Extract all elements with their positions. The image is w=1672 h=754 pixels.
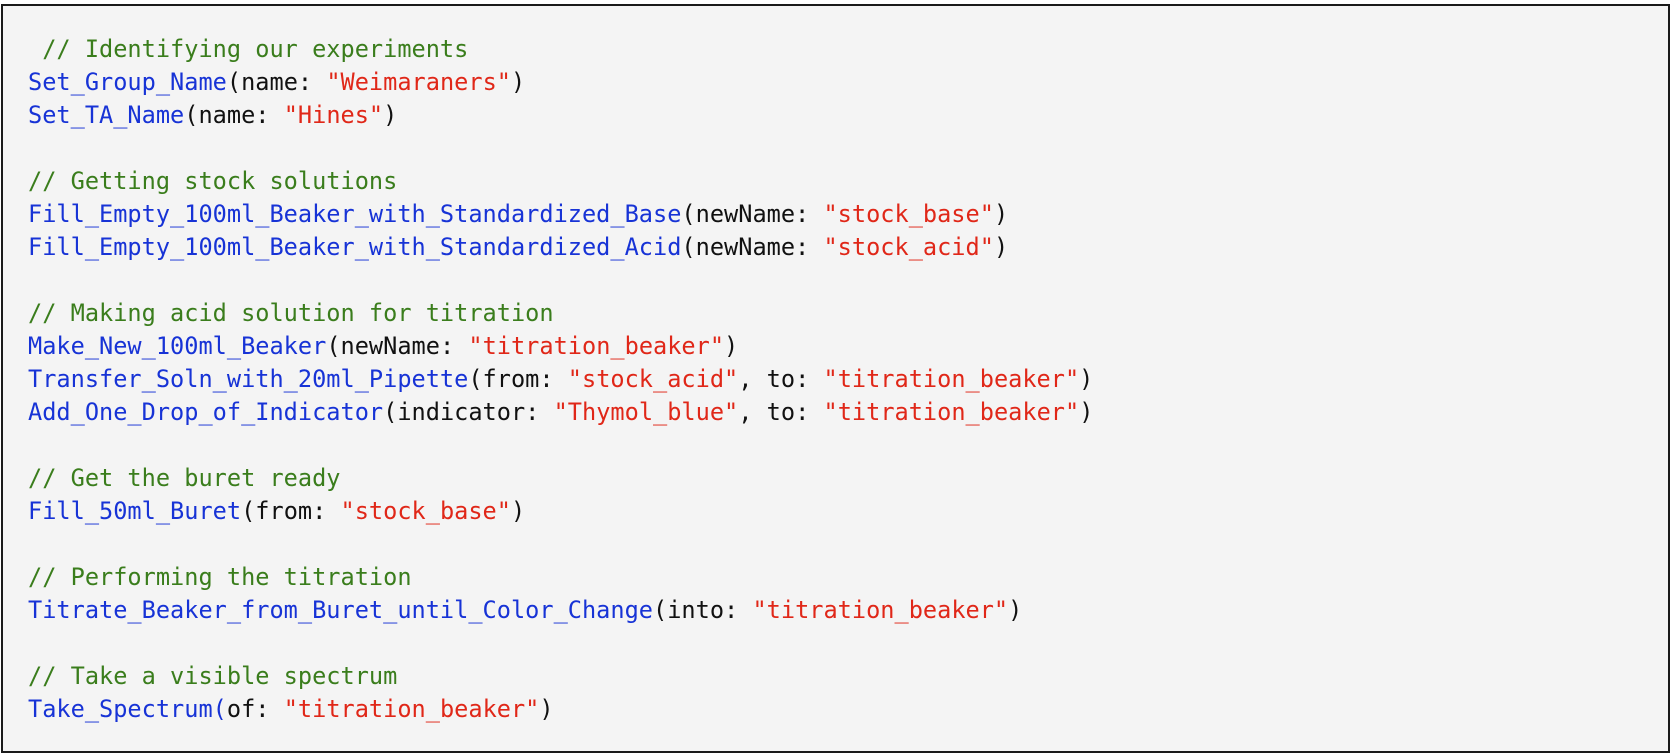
function-name: Set_Group_Name bbox=[28, 68, 227, 96]
code-comment: // Performing the titration bbox=[28, 563, 412, 591]
code-line: Take_Spectrum(of: "titration_beaker") bbox=[28, 693, 1668, 726]
function-name: Take_Spectrum( bbox=[28, 695, 227, 723]
function-name: Titrate_Beaker_from_Buret_until_Color_Ch… bbox=[28, 596, 654, 624]
code-comment: // Getting stock solutions bbox=[28, 167, 398, 195]
string-literal: "titration_beaker" bbox=[283, 695, 540, 723]
code-line: // Identifying our experiments bbox=[28, 33, 1668, 66]
code-line: Add_One_Drop_of_Indicator(indicator: "Th… bbox=[28, 396, 1668, 429]
string-literal: "titration_beaker" bbox=[823, 365, 1080, 393]
code-line: // Get the buret ready bbox=[28, 462, 1668, 495]
code-line: // Making acid solution for titration bbox=[28, 297, 1668, 330]
code-line: // Getting stock solutions bbox=[28, 165, 1668, 198]
code-comment: // Identifying our experiments bbox=[28, 35, 469, 63]
string-literal: "stock_acid" bbox=[823, 233, 994, 261]
string-literal: "stock_acid" bbox=[567, 365, 739, 393]
function-name: Set_TA_Name bbox=[28, 101, 185, 129]
code-lines: // Identifying our experiments Set_Group_… bbox=[28, 33, 1668, 726]
code-punctuation: (indicator: bbox=[383, 398, 554, 426]
code-comment: // Take a visible spectrum bbox=[28, 662, 398, 690]
string-literal: "titration_beaker" bbox=[752, 596, 1009, 624]
function-name: Fill_50ml_Buret bbox=[28, 497, 242, 525]
code-line: // Performing the titration bbox=[28, 561, 1668, 594]
code-punctuation: ) bbox=[1079, 365, 1094, 393]
code-punctuation: (newName: bbox=[681, 233, 824, 261]
function-name: Transfer_Soln_with_20ml_Pipette bbox=[28, 365, 469, 393]
code-comment: // Making acid solution for titration bbox=[28, 299, 554, 327]
code-punctuation: ) bbox=[383, 101, 398, 129]
string-literal: "stock_base" bbox=[340, 497, 511, 525]
code-punctuation: ) bbox=[993, 233, 1009, 261]
code-comment: // Get the buret ready bbox=[28, 464, 341, 492]
code-punctuation: (from: bbox=[241, 497, 341, 525]
code-punctuation: ) bbox=[510, 497, 526, 525]
code-punctuation: ) bbox=[510, 68, 526, 96]
code-punctuation: , to: bbox=[738, 398, 824, 426]
code-punctuation: (newName: bbox=[681, 200, 824, 228]
string-literal: "stock_base" bbox=[823, 200, 994, 228]
code-punctuation: ) bbox=[724, 332, 739, 360]
string-literal: "Weimaraners" bbox=[326, 68, 511, 96]
code-line: Set_TA_Name(name: "Hines") bbox=[28, 99, 1668, 132]
code-line: Fill_50ml_Buret(from: "stock_base") bbox=[28, 495, 1668, 528]
code-punctuation: ) bbox=[539, 695, 554, 723]
string-literal: "titration_beaker" bbox=[823, 398, 1080, 426]
code-punctuation: (from: bbox=[468, 365, 568, 393]
code-line: Titrate_Beaker_from_Buret_until_Color_Ch… bbox=[28, 594, 1668, 627]
code-line: Transfer_Soln_with_20ml_Pipette(from: "s… bbox=[28, 363, 1668, 396]
code-block: // Identifying our experiments Set_Group_… bbox=[1, 4, 1670, 753]
code-punctuation: (newName: bbox=[326, 332, 469, 360]
code-line: Fill_Empty_100ml_Beaker_with_Standardize… bbox=[28, 198, 1668, 231]
code-line: // Take a visible spectrum bbox=[28, 660, 1668, 693]
code-punctuation: (name: bbox=[226, 68, 327, 96]
code-punctuation: ) bbox=[1008, 596, 1023, 624]
code-punctuation: , to: bbox=[738, 365, 824, 393]
function-name: Make_New_100ml_Beaker bbox=[28, 332, 327, 360]
string-literal: "titration_beaker" bbox=[468, 332, 725, 360]
code-punctuation: ) bbox=[1079, 398, 1094, 426]
code-line: Set_Group_Name(name: "Weimaraners") bbox=[28, 66, 1668, 99]
function-name: Fill_Empty_100ml_Beaker_with_Standardize… bbox=[28, 200, 682, 228]
function-name: Fill_Empty_100ml_Beaker_with_Standardize… bbox=[28, 233, 682, 261]
string-literal: "Hines" bbox=[283, 101, 384, 129]
code-punctuation: (name: bbox=[184, 101, 284, 129]
code-line: Fill_Empty_100ml_Beaker_with_Standardize… bbox=[28, 231, 1668, 264]
string-literal: "Thymol_blue" bbox=[553, 398, 739, 426]
code-punctuation: (into: bbox=[653, 596, 753, 624]
code-punctuation: ) bbox=[993, 200, 1009, 228]
function-name: Add_One_Drop_of_Indicator bbox=[28, 398, 384, 426]
code-line: Make_New_100ml_Beaker(newName: "titratio… bbox=[28, 330, 1668, 363]
code-punctuation: of: bbox=[226, 695, 284, 723]
